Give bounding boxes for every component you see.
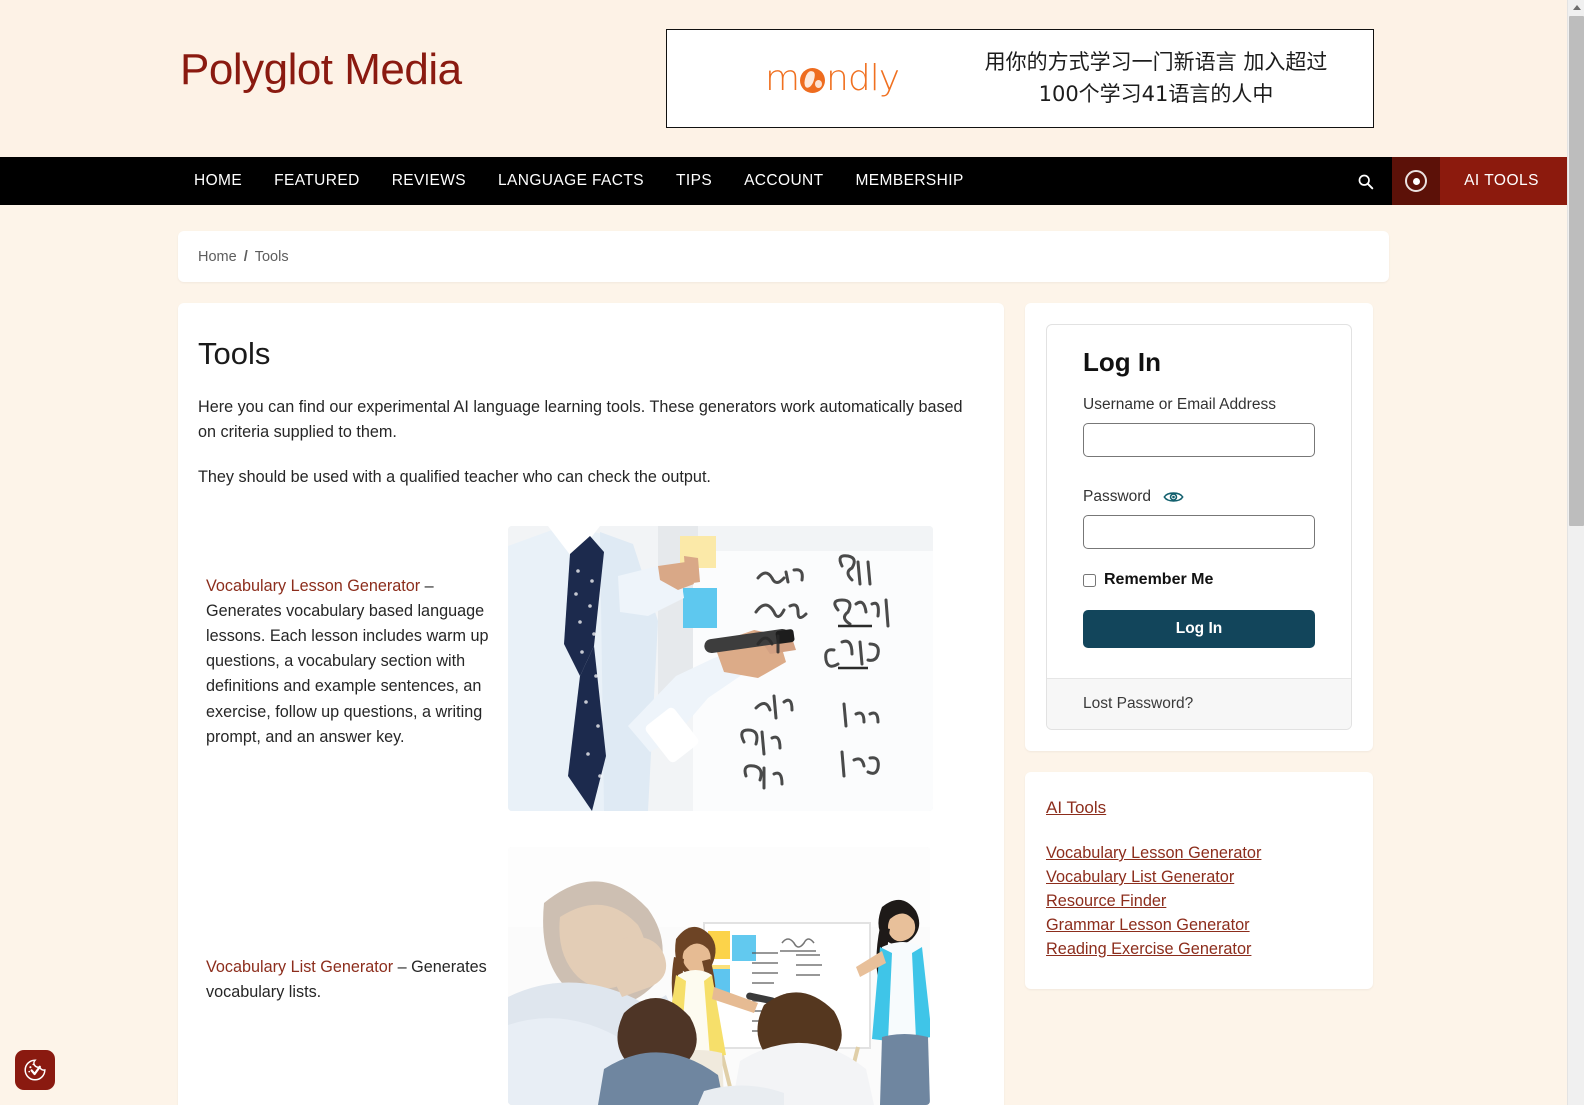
advertisement-banner[interactable]: m ndly 用你的方式学习一门新语言 加入超过 100个学习41语言的人中 bbox=[666, 29, 1374, 128]
password-label: Password bbox=[1083, 488, 1152, 505]
login-box: Log In Username or Email Address Passwor… bbox=[1046, 324, 1352, 730]
tool-entry-vocabulary-list-generator: Vocabulary List Generator – Generates vo… bbox=[178, 846, 1004, 1105]
login-footer: Lost Password? bbox=[1047, 678, 1351, 729]
password-label-row: Password bbox=[1083, 488, 1315, 506]
remember-me-row: Remember Me bbox=[1083, 571, 1315, 589]
search-icon[interactable] bbox=[1338, 157, 1392, 205]
list-item: Reading Exercise Generator bbox=[1046, 940, 1352, 959]
breadcrumb-current: Tools bbox=[254, 248, 289, 265]
tool-description-text-1: – Generates vocabulary based language le… bbox=[206, 576, 489, 746]
breadcrumb-home[interactable]: Home bbox=[198, 249, 237, 265]
nav-item-home[interactable]: HOME bbox=[178, 157, 258, 205]
widget-link-grammar-lesson-generator[interactable]: Grammar Lesson Generator bbox=[1046, 916, 1250, 934]
ad-brand-suffix: ndly bbox=[826, 58, 900, 99]
list-item: Resource Finder bbox=[1046, 892, 1352, 911]
breadcrumb-separator: / bbox=[243, 248, 248, 265]
primary-navigation: HOME FEATURED REVIEWS LANGUAGE FACTS TIP… bbox=[0, 157, 1567, 205]
lost-password-link[interactable]: Lost Password? bbox=[1083, 695, 1193, 712]
nav-item-membership[interactable]: MEMBERSHIP bbox=[840, 157, 980, 205]
browser-viewport: Polyglot Media m ndly 用你的方式学习一门新语言 加入超过 1… bbox=[0, 0, 1584, 1105]
ad-copy-line-2: 100个学习41语言的人中 bbox=[1038, 81, 1274, 106]
ai-tools-button[interactable]: AI TOOLS bbox=[1440, 157, 1567, 205]
ai-tools-widget-title[interactable]: AI Tools bbox=[1046, 798, 1352, 818]
username-input[interactable] bbox=[1083, 423, 1315, 457]
list-item: Vocabulary List Generator bbox=[1046, 868, 1352, 887]
nav-item-featured[interactable]: FEATURED bbox=[258, 157, 376, 205]
nav-item-reviews[interactable]: REVIEWS bbox=[376, 157, 482, 205]
login-title: Log In bbox=[1083, 347, 1161, 377]
ad-brand-prefix: m bbox=[764, 58, 800, 99]
vertical-scrollbar[interactable] bbox=[1567, 0, 1584, 1105]
tool-entry-vocabulary-lesson-generator: Vocabulary Lesson Generator – Generates … bbox=[178, 525, 1004, 811]
remember-me-label: Remember Me bbox=[1104, 571, 1214, 588]
intro-paragraph-1: Here you can find our experimental AI la… bbox=[198, 398, 963, 441]
content-area: Home / Tools Tools Here you can find our… bbox=[0, 231, 1567, 1105]
ad-copy: 用你的方式学习一门新语言 加入超过 100个学习41语言的人中 bbox=[967, 47, 1373, 110]
tool-description-1: Vocabulary Lesson Generator – Generates … bbox=[178, 526, 508, 750]
page-title: Tools bbox=[198, 336, 271, 371]
ad-brand-logo: m ndly bbox=[667, 58, 967, 99]
widget-link-resource-finder[interactable]: Resource Finder bbox=[1046, 892, 1166, 910]
nav-links: HOME FEATURED REVIEWS LANGUAGE FACTS TIP… bbox=[0, 157, 980, 205]
nav-right-group: AI TOOLS bbox=[1338, 157, 1567, 205]
username-label: Username or Email Address bbox=[1083, 396, 1276, 413]
nav-item-account[interactable]: ACCOUNT bbox=[728, 157, 839, 205]
ai-tools-widget-card: AI Tools Vocabulary Lesson Generator Voc… bbox=[1025, 772, 1373, 989]
ad-copy-line-1: 用你的方式学习一门新语言 加入超过 bbox=[984, 50, 1328, 74]
widget-link-vocabulary-list-generator[interactable]: Vocabulary List Generator bbox=[1046, 868, 1234, 886]
site-logo[interactable]: Polyglot Media bbox=[180, 48, 462, 92]
cookie-consent-icon[interactable] bbox=[15, 1050, 55, 1090]
eye-icon[interactable] bbox=[1163, 490, 1184, 504]
sidebar: Log In Username or Email Address Passwor… bbox=[1025, 303, 1373, 989]
two-column-layout: Tools Here you can find our experimental… bbox=[178, 303, 1389, 1105]
nav-item-language-facts[interactable]: LANGUAGE FACTS bbox=[482, 157, 660, 205]
list-item: Grammar Lesson Generator bbox=[1046, 916, 1352, 935]
password-input[interactable] bbox=[1083, 515, 1315, 549]
site-header: Polyglot Media m ndly 用你的方式学习一门新语言 加入超过 1… bbox=[0, 0, 1567, 157]
intro-paragraph-2: They should be used with a qualified tea… bbox=[198, 468, 711, 487]
ai-tools-button-label: AI TOOLS bbox=[1464, 172, 1539, 189]
widget-link-vocabulary-lesson-generator[interactable]: Vocabulary Lesson Generator bbox=[1046, 844, 1261, 862]
login-submit-button[interactable]: Log In bbox=[1083, 610, 1315, 648]
teacher-writing-on-whiteboard-photo bbox=[508, 525, 933, 811]
record-dot-glyph bbox=[1405, 170, 1428, 192]
list-item: Vocabulary Lesson Generator bbox=[1046, 844, 1352, 863]
breadcrumb: Home / Tools bbox=[178, 231, 1389, 282]
record-dot-icon[interactable] bbox=[1392, 157, 1441, 205]
scrollbar-thumb[interactable] bbox=[1569, 16, 1584, 526]
remember-me-checkbox[interactable] bbox=[1083, 573, 1096, 587]
tool-link-vocabulary-lesson-generator[interactable]: Vocabulary Lesson Generator bbox=[206, 577, 420, 595]
login-form: Log In Username or Email Address Passwor… bbox=[1047, 325, 1351, 678]
ai-tools-widget-list: Vocabulary Lesson Generator Vocabulary L… bbox=[1046, 844, 1352, 959]
main-content-inner: Tools Here you can find our experimental… bbox=[178, 336, 1004, 490]
ad-brand-text: m ndly bbox=[764, 58, 900, 99]
classroom-lesson-photo bbox=[508, 846, 930, 1105]
globe-icon bbox=[800, 68, 826, 93]
scroll-up-arrow-icon[interactable] bbox=[1568, 0, 1584, 15]
tool-description-2: Vocabulary List Generator – Generates vo… bbox=[178, 847, 508, 1005]
widget-link-reading-exercise-generator[interactable]: Reading Exercise Generator bbox=[1046, 940, 1251, 958]
nav-item-tips[interactable]: TIPS bbox=[660, 157, 728, 205]
main-content-card: Tools Here you can find our experimental… bbox=[178, 303, 1004, 1105]
tool-link-vocabulary-list-generator[interactable]: Vocabulary List Generator bbox=[206, 958, 393, 976]
page-root: Polyglot Media m ndly 用你的方式学习一门新语言 加入超过 1… bbox=[0, 0, 1567, 1105]
login-widget-card: Log In Username or Email Address Passwor… bbox=[1025, 303, 1373, 751]
